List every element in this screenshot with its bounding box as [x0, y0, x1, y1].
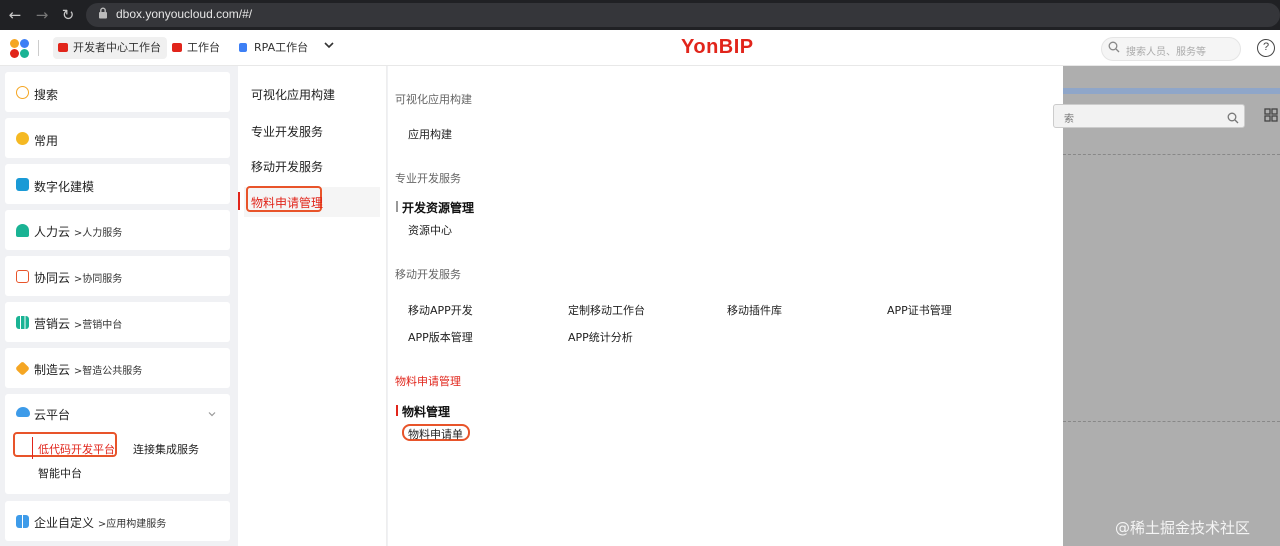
link-material-apply-form[interactable]: 物料申请单 — [408, 426, 463, 442]
tab-developer-center[interactable]: 开发者中心工作台 — [53, 37, 167, 59]
sidebar-sub-integration[interactable]: 连接集成服务 — [133, 441, 199, 457]
chart-icon — [16, 316, 29, 329]
sidebar-item-cloud-platform[interactable]: 云平台 低代码开发平台 连接集成服务 智能中台 — [5, 394, 230, 494]
group-title: 物料管理 — [395, 405, 451, 419]
workbench-icon — [58, 43, 68, 52]
sidebar-label: 常用 — [34, 134, 59, 148]
sidebar-sublabel: 智造公共服务 — [82, 366, 143, 377]
back-icon[interactable]: ← — [4, 4, 26, 26]
tab-label: 开发者中心工作台 — [73, 41, 161, 54]
active-marker — [32, 437, 33, 459]
grid-icon — [16, 515, 29, 528]
reload-icon[interactable]: ↻ — [57, 4, 79, 26]
global-search-input[interactable]: 搜索人员、服务等 — [1101, 37, 1241, 61]
grid-icon — [1264, 107, 1278, 126]
section-title-active: 物料申请管理 — [395, 375, 461, 388]
search-placeholder: 搜索人员、服务等 — [1126, 47, 1206, 58]
chevron-right-icon: > — [73, 320, 83, 331]
sidebar-sub-lowcode[interactable]: 低代码开发平台 — [38, 441, 115, 457]
section-title: 移动开发服务 — [395, 268, 461, 281]
chevron-down-icon[interactable] — [323, 39, 335, 54]
sidebar-sublabel: 应用构建服务 — [106, 519, 167, 530]
background-overlay: 索 — [1053, 66, 1280, 546]
sidebar-item-enterprise-custom[interactable]: 企业自定义 >应用构建服务 — [5, 501, 230, 541]
chevron-right-icon: > — [97, 519, 107, 530]
brand-logo: YonBIP — [681, 36, 754, 58]
app-header: 开发者中心工作台 工作台 RPA工作台 YonBIP 搜索人员、服务等 ? — [0, 30, 1280, 66]
sidebar-label: 搜索 — [34, 88, 59, 102]
sidebar-label: 人力云 — [34, 225, 71, 239]
sidebar-sublabel: 人力服务 — [82, 228, 123, 239]
manufacturing-icon — [15, 361, 30, 376]
group-title: 开发资源管理 — [395, 201, 475, 215]
search-text: 索 — [1064, 114, 1074, 125]
section-title: 可视化应用构建 — [395, 93, 472, 106]
category-pro-dev[interactable]: 专业开发服务 — [251, 123, 323, 140]
person-icon — [16, 224, 29, 237]
sidebar-label: 营销云 — [34, 317, 71, 331]
divider — [1063, 421, 1280, 422]
search-icon — [16, 86, 29, 99]
help-icon[interactable]: ? — [1257, 39, 1275, 57]
sidebar-item-collab-cloud[interactable]: 协同云 >协同服务 — [5, 256, 230, 296]
tab-rpa-workbench[interactable]: RPA工作台 — [234, 37, 314, 59]
sidebar-item-marketing-cloud[interactable]: 营销云 >营销中台 — [5, 302, 230, 342]
rpa-icon — [239, 43, 247, 52]
link-app-stats[interactable]: APP统计分析 — [568, 329, 633, 345]
address-bar[interactable]: dbox.yonyoucloud.com/#/ — [86, 3, 1280, 27]
section-title: 专业开发服务 — [395, 172, 461, 185]
sidebar-item-search[interactable]: 搜索 — [5, 72, 230, 112]
collaboration-icon — [16, 270, 29, 283]
sidebar-sub-intelligent[interactable]: 智能中台 — [38, 465, 82, 481]
category-material-apply[interactable]: 物料申请管理 — [251, 194, 323, 211]
category-mobile-dev[interactable]: 移动开发服务 — [251, 158, 323, 175]
chevron-right-icon: > — [73, 274, 83, 285]
url-text: dbox.yonyoucloud.com/#/ — [116, 7, 253, 21]
sidebar-label: 数字化建模 — [34, 180, 95, 194]
tab-label: RPA工作台 — [254, 41, 309, 54]
browser-toolbar: ← → ↻ dbox.yonyoucloud.com/#/ — [0, 0, 1280, 30]
sidebar-item-frequent[interactable]: 常用 — [5, 118, 230, 158]
chevron-right-icon: > — [73, 228, 83, 239]
forward-icon[interactable]: → — [31, 4, 53, 26]
category-column: 可视化应用构建 专业开发服务 移动开发服务 物料申请管理 — [238, 66, 387, 546]
sidebar-sublabel: 协同服务 — [82, 274, 123, 285]
sidebar-sublabel: 营销中台 — [82, 320, 123, 331]
sidebar-item-manufacturing-cloud[interactable]: 制造云 >智造公共服务 — [5, 348, 230, 388]
link-mobile-plugin-lib[interactable]: 移动插件库 — [727, 302, 782, 318]
link-resource-center[interactable]: 资源中心 — [408, 222, 452, 238]
chevron-down-icon[interactable] — [207, 404, 217, 423]
link-custom-mobile-workbench[interactable]: 定制移动工作台 — [568, 302, 645, 318]
service-panel: 可视化应用构建 应用构建 专业开发服务 开发资源管理 资源中心 移动开发服务 移… — [388, 66, 1063, 546]
active-marker — [238, 192, 240, 210]
lock-icon — [98, 7, 108, 22]
link-app-version-mgmt[interactable]: APP版本管理 — [408, 329, 473, 345]
app-logo-icon[interactable] — [10, 39, 30, 59]
sidebar-label: 企业自定义 — [34, 516, 95, 530]
link-app-build[interactable]: 应用构建 — [408, 126, 452, 142]
sidebar: 搜索 常用 数字化建模 人力云 >人力服务 协同云 >协同服务 营销云 >营销中… — [0, 66, 238, 546]
search-icon — [1108, 41, 1120, 56]
sidebar-label: 制造云 — [34, 363, 71, 377]
header-strip — [1063, 88, 1280, 94]
sidebar-item-digital-modeling[interactable]: 数字化建模 — [5, 164, 230, 204]
cloud-icon — [16, 407, 30, 417]
watermark: @稀土掘金技术社区 — [1115, 519, 1251, 537]
background-search-input: 索 — [1053, 104, 1245, 128]
search-icon — [1227, 109, 1239, 128]
link-app-cert-mgmt[interactable]: APP证书管理 — [887, 302, 952, 318]
star-icon — [16, 132, 29, 145]
chevron-right-icon: > — [73, 366, 83, 377]
divider — [38, 40, 39, 56]
category-visual-app[interactable]: 可视化应用构建 — [251, 86, 335, 103]
sidebar-item-hr-cloud[interactable]: 人力云 >人力服务 — [5, 210, 230, 250]
link-mobile-app-dev[interactable]: 移动APP开发 — [408, 302, 473, 318]
modeling-icon — [16, 178, 29, 191]
tab-workbench[interactable]: 工作台 — [167, 37, 226, 59]
tab-label: 工作台 — [187, 41, 220, 54]
workbench-icon — [172, 43, 182, 52]
sidebar-label: 协同云 — [34, 271, 71, 285]
sidebar-label: 云平台 — [34, 408, 71, 422]
divider — [1063, 154, 1280, 155]
